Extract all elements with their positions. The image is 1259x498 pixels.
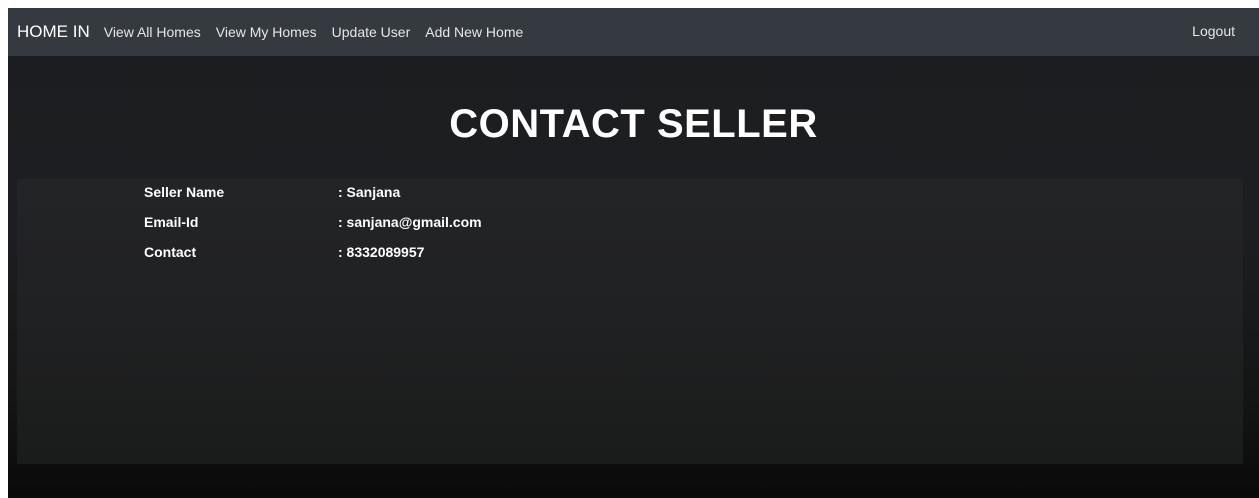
nav-view-all-homes[interactable]: View All Homes — [104, 24, 201, 40]
seller-name-value: : Sanjana — [338, 184, 401, 200]
nav-add-new-home[interactable]: Add New Home — [425, 24, 523, 40]
seller-contact-row: Contact : 8332089957 — [144, 244, 744, 264]
seller-contact-value: : 8332089957 — [338, 244, 425, 260]
seller-name-row: Seller Name : Sanjana — [144, 184, 744, 204]
seller-info-panel: Seller Name : Sanjana Email-Id : sanjana… — [17, 179, 1243, 464]
navbar: HOME IN View All Homes View My Homes Upd… — [8, 8, 1259, 56]
nav-update-user[interactable]: Update User — [332, 24, 411, 40]
seller-email-value: : sanjana@gmail.com — [338, 214, 482, 230]
seller-contact-label: Contact — [144, 244, 197, 260]
seller-email-row: Email-Id : sanjana@gmail.com — [144, 214, 744, 234]
page: HOME IN View All Homes View My Homes Upd… — [8, 8, 1259, 498]
seller-email-label: Email-Id — [144, 214, 199, 230]
nav-links: View All Homes View My Homes Update User… — [104, 24, 539, 40]
seller-name-label: Seller Name — [144, 184, 225, 200]
nav-view-my-homes[interactable]: View My Homes — [216, 24, 317, 40]
brand-link[interactable]: HOME IN — [17, 22, 90, 42]
logout-link[interactable]: Logout — [1192, 23, 1235, 39]
page-title: CONTACT SELLER — [449, 102, 818, 146]
